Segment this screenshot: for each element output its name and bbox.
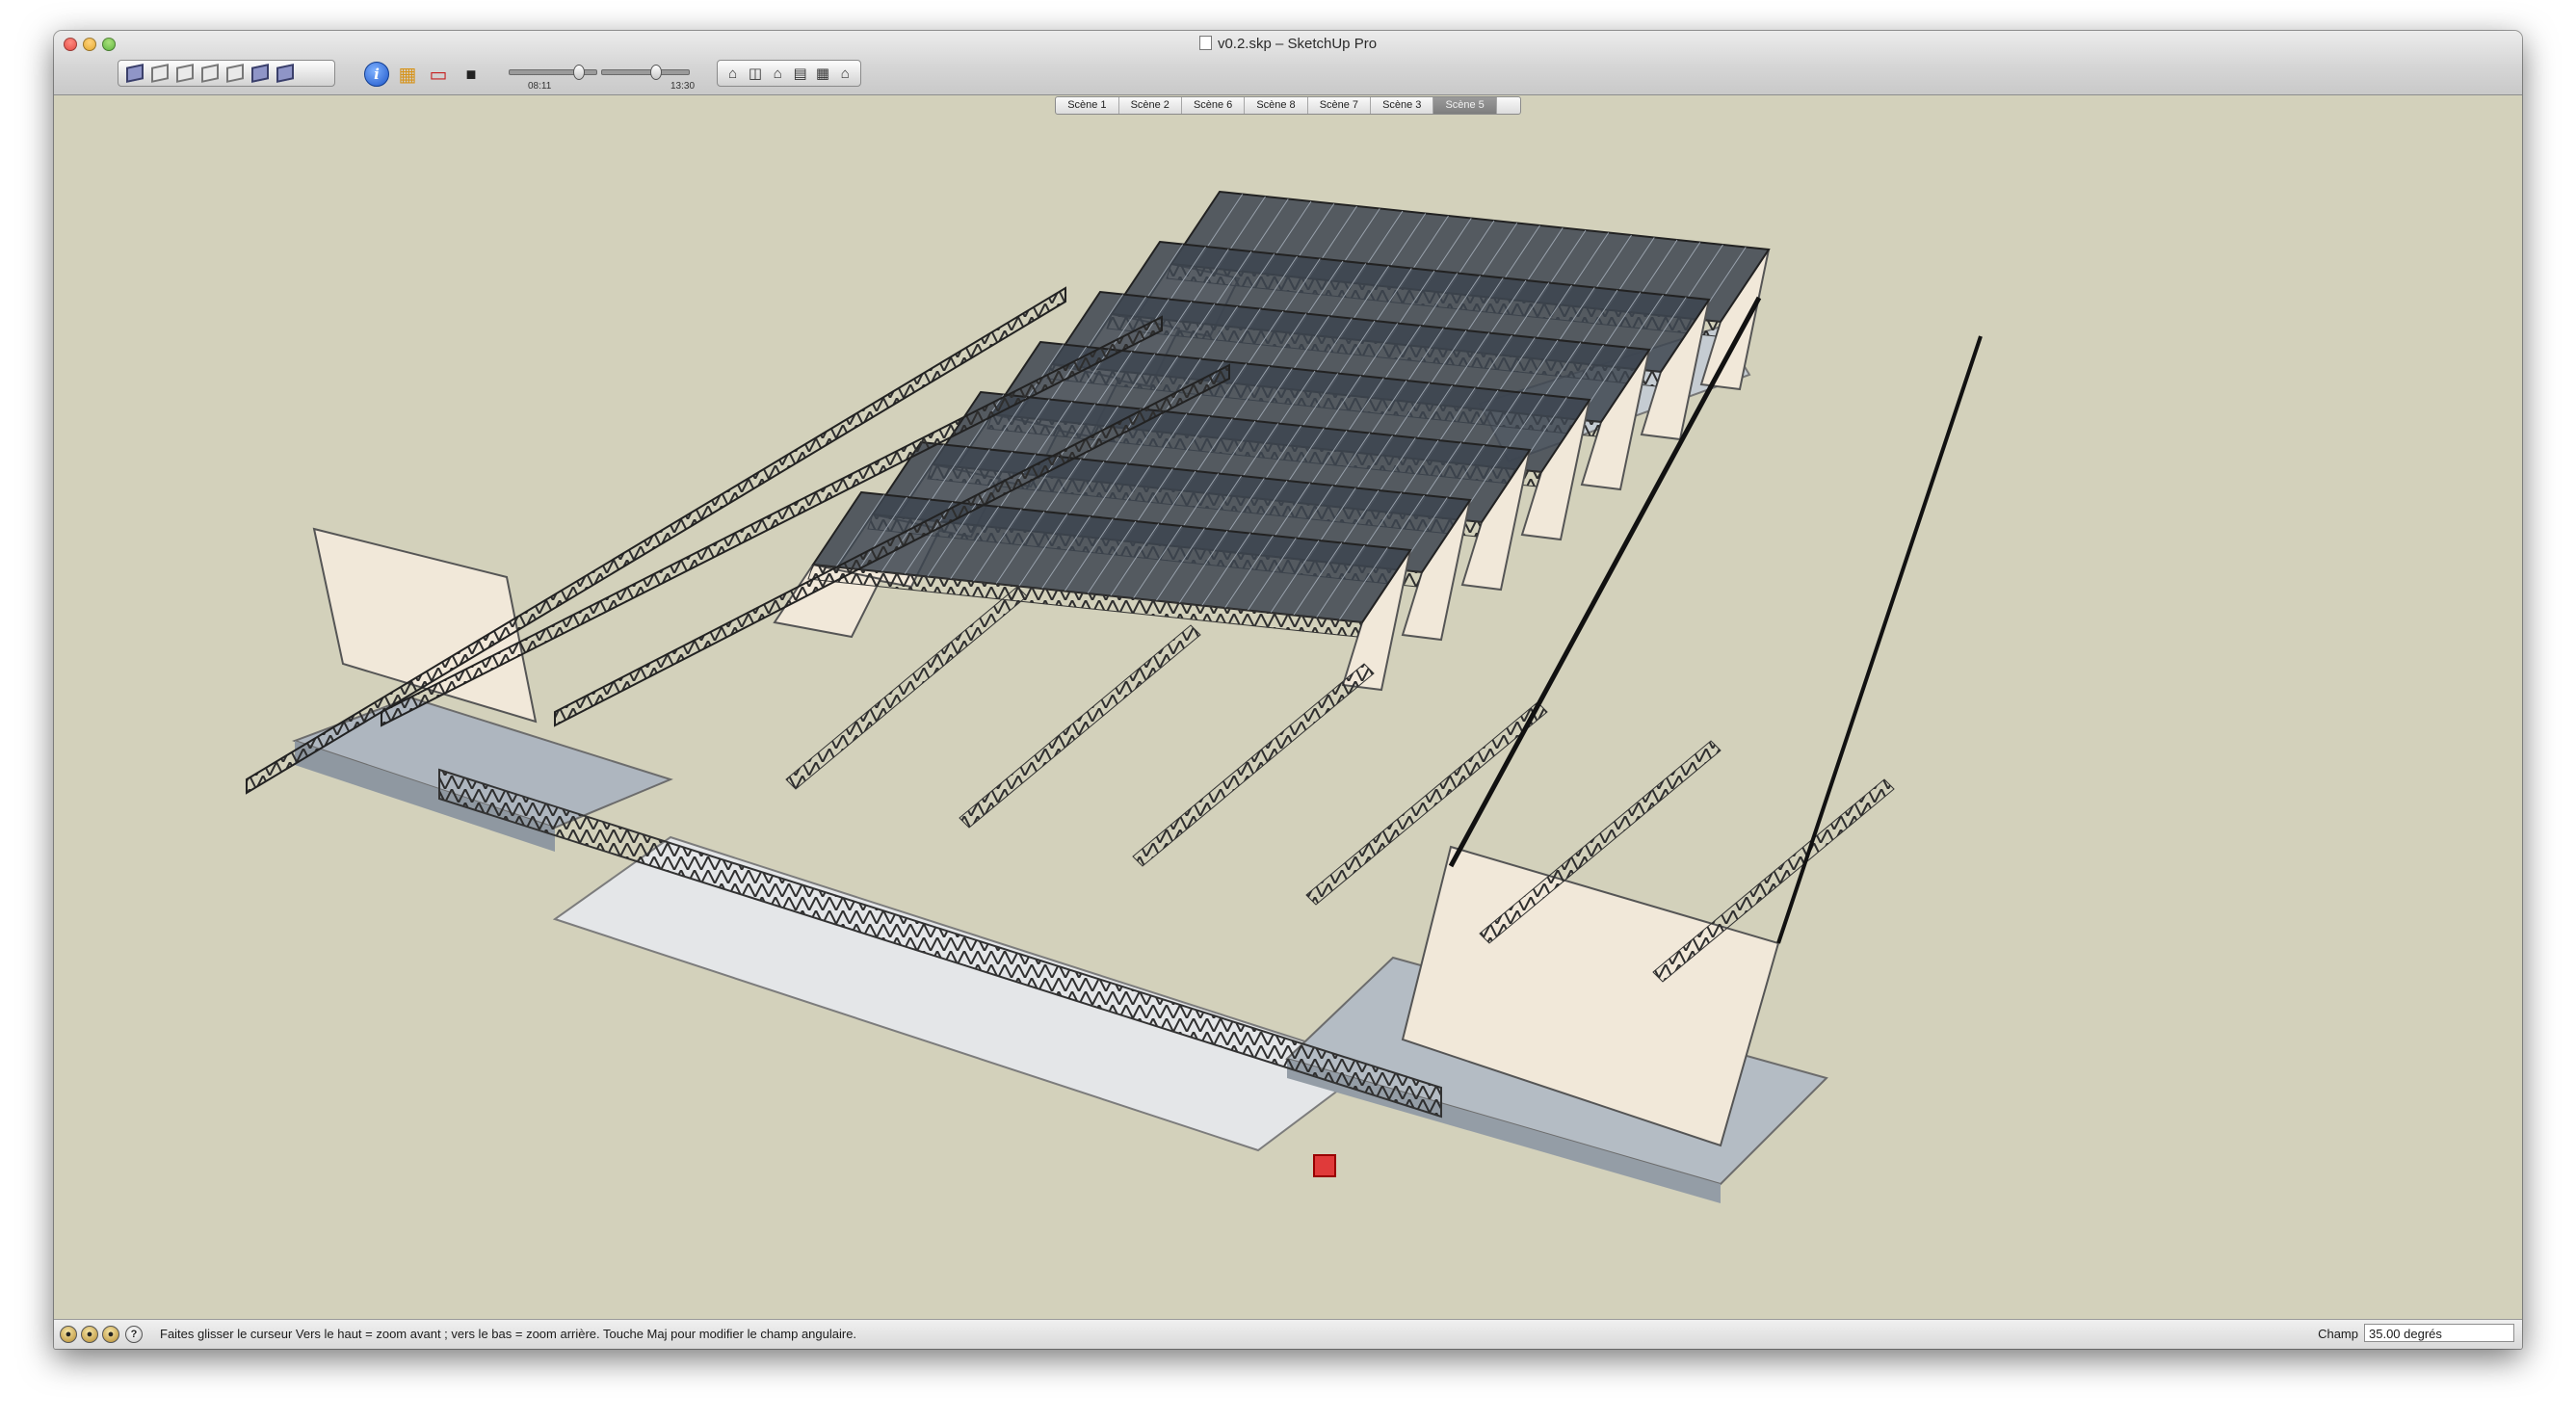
materials-icon[interactable]: ▭ — [426, 62, 451, 87]
origin-marker — [1313, 1154, 1336, 1177]
cross-truss — [959, 624, 1201, 829]
floor-plan-slab — [552, 835, 1377, 1152]
iso-view-icon[interactable] — [124, 64, 145, 83]
top-view-icon[interactable] — [149, 64, 171, 83]
share-model-icon[interactable]: ◫ — [746, 64, 764, 83]
status-bar: ● ● ● ? Faites glisser le curseur Vers l… — [54, 1319, 2522, 1349]
geo-location-icon[interactable]: ● — [60, 1326, 77, 1343]
model-info-button[interactable]: i — [364, 62, 389, 87]
back-view-icon[interactable] — [224, 64, 246, 83]
home-icon[interactable]: ⌂ — [769, 64, 787, 83]
document-icon — [1198, 36, 1212, 50]
measurements-label: Champ — [2318, 1327, 2358, 1341]
house-icon[interactable]: ⌂ — [836, 64, 854, 83]
tab-scene-8[interactable]: Scène 8 — [1245, 97, 1308, 114]
layout-icon[interactable]: ▤ — [791, 64, 809, 83]
scene-tabs: Scène 1 Scène 2 Scène 6 Scène 8 Scène 7 … — [54, 96, 2522, 115]
tab-scene-3[interactable]: Scène 3 — [1371, 97, 1434, 114]
info-icon: i — [364, 62, 389, 87]
measurements-input[interactable]: 35.00 degrés — [2364, 1324, 2514, 1342]
front-truss — [438, 768, 1442, 1119]
shadow-end-time: 13:30 — [670, 81, 696, 92]
extension-icon[interactable]: ▦ — [813, 64, 831, 83]
scene-tabstrip: Scène 1 Scène 2 Scène 6 Scène 8 Scène 7 … — [1055, 96, 1521, 115]
front-view-icon[interactable] — [174, 64, 196, 83]
credits-icon[interactable]: ● — [81, 1326, 98, 1343]
tab-scene-1[interactable]: Scène 1 — [1056, 97, 1119, 114]
shadow-time-knob[interactable] — [650, 65, 662, 80]
tab-scene-5[interactable]: Scène 5 — [1433, 97, 1497, 114]
bottom-view-icon[interactable] — [275, 64, 296, 83]
get-models-icon[interactable]: ⌂ — [723, 64, 742, 83]
tab-scene-7[interactable]: Scène 7 — [1308, 97, 1372, 114]
components-icon[interactable]: ▦ — [395, 62, 420, 87]
help-icon[interactable]: ? — [125, 1326, 143, 1343]
edge-line-2 — [1776, 335, 1983, 944]
tab-scene-2[interactable]: Scène 2 — [1119, 97, 1182, 114]
warehouse-toolbar: ⌂ ◫ ⌂ ▤ ▦ ⌂ — [717, 60, 861, 87]
tab-scene-6[interactable]: Scène 6 — [1182, 97, 1246, 114]
model-drawing — [246, 190, 1983, 1203]
window-title: v0.2.skp – SketchUp Pro — [54, 36, 2522, 52]
status-message: Faites glisser le curseur Vers le haut =… — [160, 1327, 857, 1341]
shadow-date-slider[interactable] — [509, 65, 597, 80]
shadow-start-time: 08:11 — [528, 81, 552, 92]
left-view-icon[interactable] — [250, 64, 271, 83]
signin-icon[interactable]: ● — [102, 1326, 119, 1343]
views-toolbar — [118, 60, 335, 87]
right-view-icon[interactable] — [199, 64, 221, 83]
cross-truss — [1132, 663, 1375, 867]
model-viewport[interactable] — [54, 115, 2522, 1320]
sketchup-window: v0.2.skp – SketchUp Pro i ▦ ▭ ■ 08:11 13… — [54, 31, 2522, 1349]
shadow-date-knob[interactable] — [573, 65, 585, 80]
camera-icon[interactable]: ■ — [459, 62, 484, 87]
title-bar: v0.2.skp – SketchUp Pro i ▦ ▭ ■ 08:11 13… — [54, 31, 2522, 95]
shadow-time-slider[interactable] — [601, 65, 690, 80]
tab-add-scene[interactable] — [1497, 97, 1520, 114]
